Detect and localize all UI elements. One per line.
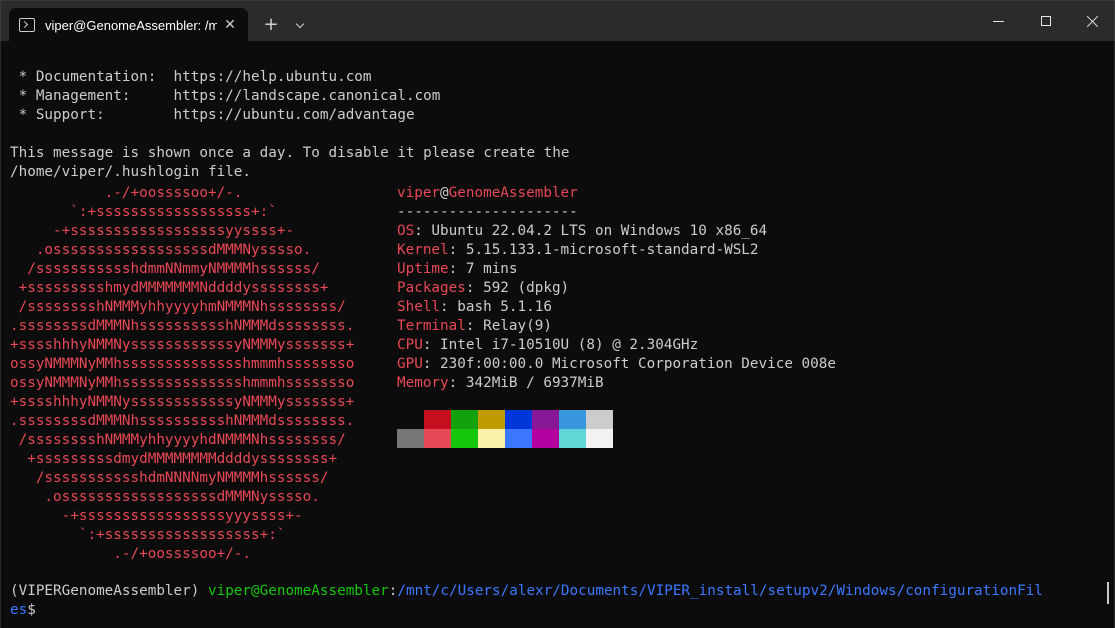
- info-row: Memory: 342MiB / 6937MiB: [397, 375, 604, 391]
- palette-swatch: [532, 429, 559, 448]
- terminal-icon: [19, 18, 35, 32]
- close-tab-icon[interactable]: ✕: [221, 16, 239, 34]
- logo-line: `:+ssssssssssssssssss+:`: [10, 527, 286, 543]
- palette-swatch: [559, 410, 586, 429]
- close-window-button[interactable]: [1069, 1, 1115, 41]
- logo-line: +sssssssssdmydMMMMMMMMddddyssssssss+: [10, 451, 338, 467]
- palette-swatch: [532, 410, 559, 429]
- system-info: viper@GenomeAssembler ------------------…: [397, 184, 836, 393]
- maximize-button[interactable]: [1023, 1, 1069, 41]
- logo-line: +ssssssssshmydMMMMMMMNddddyssssssss+: [10, 280, 329, 296]
- info-row: CPU: Intel i7-10510U (8) @ 2.304GHz: [397, 337, 699, 353]
- minimize-icon: [993, 21, 1004, 22]
- tab-terminal[interactable]: viper@GenomeAssembler: /mnt ✕: [9, 8, 248, 42]
- prompt-symbol: $: [27, 602, 36, 618]
- motd-notice-line-2: /home/viper/.hushlogin file.: [10, 164, 252, 180]
- palette-swatch: [478, 410, 505, 429]
- logo-line: /sssssssshNMMMyhhyyyyhmNMMMNhssssssss/: [10, 299, 346, 315]
- logo-line: .ssssssssdMMMNhsssssssssshNMMMdssssssss.: [10, 318, 355, 334]
- palette-swatch: [451, 429, 478, 448]
- info-row: Uptime: 7 mins: [397, 261, 518, 277]
- logo-line: +sssshhhyNMMNyssssssssssssyNMMMysssssss+: [10, 337, 355, 353]
- logo-line: +sssshhhyNMMNyssssssssssssyNMMMysssssss+: [10, 394, 355, 410]
- prompt-path: /mnt/c/Users/alexr/Documents/VIPER_insta…: [397, 583, 1043, 599]
- minimize-button[interactable]: [976, 1, 1022, 41]
- palette-swatch: [559, 429, 586, 448]
- chevron-down-icon: [295, 19, 305, 29]
- palette-swatch: [478, 429, 505, 448]
- palette-swatch: [451, 410, 478, 429]
- logo-line: ossyNMMMNyMMhsssssssssssssshmmmhssssssso: [10, 356, 355, 372]
- title-bar: viper@GenomeAssembler: /mnt ✕ +: [0, 0, 1115, 42]
- logo-line: .ssssssssdMMMNhsssssssssshNMMMdssssssss.: [10, 413, 355, 429]
- ubuntu-ascii-logo: .-/+oossssoo+/-. `:+ssssssssssssssssss+:…: [10, 184, 354, 564]
- logo-line: -+ssssssssssssssssssyyssss+-: [10, 223, 295, 239]
- info-row: Shell: bash 5.1.16: [397, 299, 552, 315]
- palette-swatch: [424, 410, 451, 429]
- info-separator: ---------------------: [397, 204, 578, 220]
- palette-swatch: [586, 410, 613, 429]
- prompt-line-continued: es$: [10, 601, 36, 620]
- terminal-pane[interactable]: * Documentation: https://help.ubuntu.com…: [0, 41, 1115, 628]
- logo-line: /ssssssssssshdmmNNmmyNMMMMhssssss/: [10, 261, 320, 277]
- palette-swatch: [397, 410, 424, 429]
- logo-line: .-/+oossssoo+/-.: [10, 546, 252, 562]
- logo-line: .-/+oossssoo+/-.: [10, 185, 243, 201]
- logo-line: /ssssssssssshdmNNNNmyNMMMMhssssss/: [10, 470, 329, 486]
- logo-line: .ossssssssssssssssssdMMMNysssso.: [10, 489, 320, 505]
- color-palette: [397, 410, 613, 448]
- info-row: Kernel: 5.15.133.1-microsoft-standard-WS…: [397, 242, 759, 258]
- prompt-line: (VIPERGenomeAssembler) viper@GenomeAssem…: [10, 583, 1043, 599]
- motd-management: * Management: https://landscape.canonica…: [10, 88, 441, 104]
- info-header: viper@GenomeAssembler: [397, 185, 578, 201]
- motd-documentation: * Documentation: https://help.ubuntu.com: [10, 69, 372, 85]
- motd-notice-line-1: This message is shown once a day. To dis…: [10, 145, 570, 161]
- info-row: GPU: 230f:00:00.0 Microsoft Corporation …: [397, 356, 836, 372]
- info-row: Packages: 592 (dpkg): [397, 280, 570, 296]
- palette-swatch: [586, 429, 613, 448]
- palette-swatch: [505, 429, 532, 448]
- scrollbar-indicator[interactable]: [1107, 582, 1109, 604]
- palette-swatch: [505, 410, 532, 429]
- maximize-icon: [1041, 16, 1051, 26]
- logo-line: /sssssssshNMMMyhhyyyyhdNMMMNhssssssss/: [10, 432, 346, 448]
- logo-line: -+sssssssssssssssssyyyssss+-: [10, 508, 303, 524]
- prompt-user-host: viper@GenomeAssembler: [207, 583, 389, 599]
- tab-title: viper@GenomeAssembler: /mnt: [45, 18, 217, 33]
- motd-support: * Support: https://ubuntu.com/advantage: [10, 107, 415, 123]
- info-row: Terminal: Relay(9): [397, 318, 552, 334]
- logo-line: `:+ssssssssssssssssss+:`: [10, 204, 277, 220]
- logo-line: ossyNMMMNyMMhsssssssssssssshmmmhssssssso: [10, 375, 355, 391]
- tab-dropdown-button[interactable]: [291, 14, 311, 38]
- prompt-path-continued: es: [10, 602, 28, 618]
- palette-swatch: [424, 429, 451, 448]
- info-row: OS: Ubuntu 22.04.2 LTS on Windows 10 x86…: [397, 223, 768, 239]
- new-tab-button[interactable]: +: [259, 14, 283, 38]
- logo-line: .ossssssssssssssssssdMMMNysssso.: [10, 242, 312, 258]
- palette-swatch: [397, 429, 424, 448]
- conda-env: (VIPERGenomeAssembler): [10, 583, 208, 599]
